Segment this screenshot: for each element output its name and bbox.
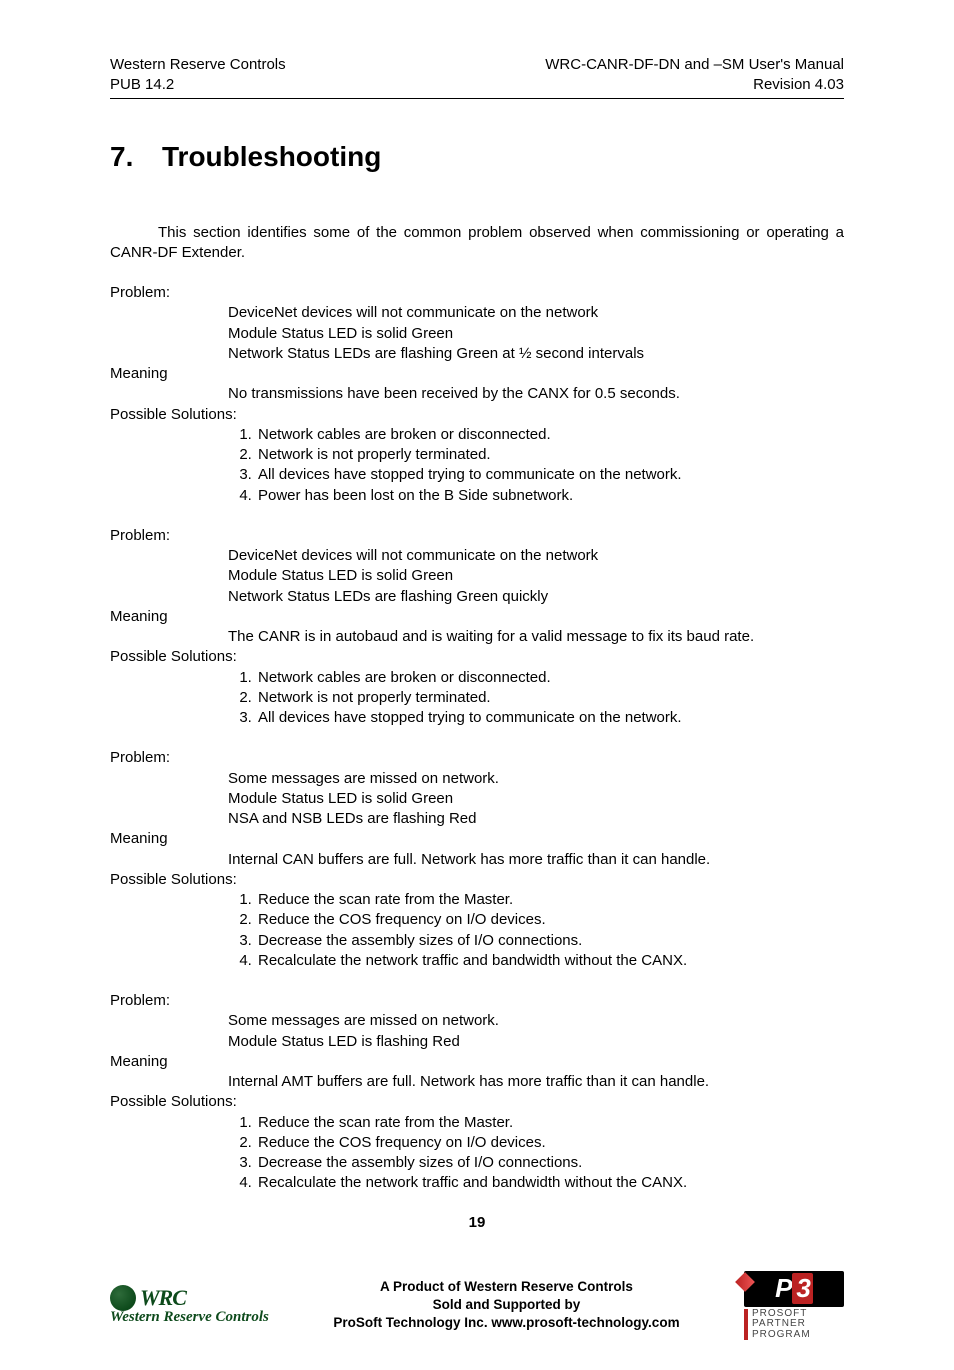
p3-line-2: PARTNER	[752, 1319, 844, 1330]
p3-line-1: PROSOFT	[752, 1309, 844, 1320]
section-title: Troubleshooting	[162, 141, 381, 172]
solutions-list: Reduce the scan rate from the Master.Red…	[228, 1113, 844, 1194]
meaning-text: Internal AMT buffers are full. Network h…	[228, 1072, 844, 1092]
solution-item: Recalculate the network traffic and band…	[256, 951, 844, 971]
page-number: 19	[110, 1214, 844, 1231]
section-heading: 7.Troubleshooting	[110, 141, 844, 173]
wrc-logo: WRC Western Reserve Controls	[110, 1285, 269, 1326]
meaning-text: Internal CAN buffers are full. Network h…	[228, 850, 844, 870]
solutions-label: Possible Solutions:	[110, 647, 844, 667]
symptom-line: Network Status LEDs are flashing Green a…	[228, 344, 844, 364]
solutions-label: Possible Solutions:	[110, 870, 844, 890]
solutions-list: Network cables are broken or disconnecte…	[228, 668, 844, 729]
solutions-list: Network cables are broken or disconnecte…	[228, 425, 844, 506]
solution-item: Reduce the scan rate from the Master.	[256, 890, 844, 910]
globe-icon	[110, 1285, 136, 1311]
problem-label: Problem:	[110, 991, 844, 1011]
solution-item: All devices have stopped trying to commu…	[256, 465, 844, 485]
solution-item: Network is not properly terminated.	[256, 688, 844, 708]
solution-item: Reduce the scan rate from the Master.	[256, 1113, 844, 1133]
footer-text: A Product of Western Reserve Controls So…	[333, 1278, 679, 1333]
page-header: Western Reserve Controls PUB 14.2 WRC-CA…	[110, 55, 844, 99]
solution-item: Network cables are broken or disconnecte…	[256, 668, 844, 688]
solutions-list: Reduce the scan rate from the Master.Red…	[228, 890, 844, 971]
header-revision: Revision 4.03	[545, 75, 844, 95]
solution-item: Power has been lost on the B Side subnet…	[256, 486, 844, 506]
troubleshooting-block: Problem:Some messages are missed on netw…	[110, 748, 844, 971]
symptom-line: Network Status LEDs are flashing Green q…	[228, 587, 844, 607]
header-pub: PUB 14.2	[110, 75, 286, 95]
symptom-line: DeviceNet devices will not communicate o…	[228, 303, 844, 323]
p3-line-3: PROGRAM	[752, 1330, 844, 1341]
meaning-label: Meaning	[110, 364, 844, 384]
p3-number: 3	[792, 1273, 812, 1304]
troubleshooting-block: Problem:Some messages are missed on netw…	[110, 991, 844, 1194]
meaning-text: No transmissions have been received by t…	[228, 384, 844, 404]
solution-item: All devices have stopped trying to commu…	[256, 708, 844, 728]
symptom-line: Module Status LED is flashing Red	[228, 1032, 844, 1052]
solution-item: Decrease the assembly sizes of I/O conne…	[256, 1153, 844, 1173]
meaning-label: Meaning	[110, 607, 844, 627]
solution-item: Network cables are broken or disconnecte…	[256, 425, 844, 445]
symptom-line: Some messages are missed on network.	[228, 1011, 844, 1031]
p3-letter: P	[775, 1273, 790, 1303]
wrc-logo-fullname: Western Reserve Controls	[110, 1309, 269, 1326]
solution-item: Decrease the assembly sizes of I/O conne…	[256, 931, 844, 951]
problem-label: Problem:	[110, 526, 844, 546]
meaning-text: The CANR is in autobaud and is waiting f…	[228, 627, 844, 647]
troubleshooting-block: Problem:DeviceNet devices will not commu…	[110, 526, 844, 729]
prosoft-partner-logo: P3 PROSOFT PARTNER PROGRAM	[744, 1271, 844, 1341]
meaning-label: Meaning	[110, 1052, 844, 1072]
symptom-line: Module Status LED is solid Green	[228, 566, 844, 586]
symptom-line: Module Status LED is solid Green	[228, 324, 844, 344]
footer-line-2: Sold and Supported by	[333, 1296, 679, 1314]
symptom-line: DeviceNet devices will not communicate o…	[228, 546, 844, 566]
solutions-label: Possible Solutions:	[110, 1092, 844, 1112]
solution-item: Recalculate the network traffic and band…	[256, 1173, 844, 1193]
footer-line-1: A Product of Western Reserve Controls	[333, 1278, 679, 1296]
diamond-icon	[735, 1272, 755, 1292]
page-footer: WRC Western Reserve Controls A Product o…	[0, 1261, 954, 1370]
section-number: 7.	[110, 141, 162, 173]
header-manual-title: WRC-CANR-DF-DN and –SM User's Manual	[545, 55, 844, 75]
problem-label: Problem:	[110, 283, 844, 303]
symptom-line: Module Status LED is solid Green	[228, 789, 844, 809]
solution-item: Network is not properly terminated.	[256, 445, 844, 465]
problem-label: Problem:	[110, 748, 844, 768]
header-company: Western Reserve Controls	[110, 55, 286, 75]
symptom-line: NSA and NSB LEDs are flashing Red	[228, 809, 844, 829]
meaning-label: Meaning	[110, 829, 844, 849]
solution-item: Reduce the COS frequency on I/O devices.	[256, 1133, 844, 1153]
wrc-logo-abbr: WRC	[140, 1285, 186, 1311]
solutions-label: Possible Solutions:	[110, 405, 844, 425]
solution-item: Reduce the COS frequency on I/O devices.	[256, 910, 844, 930]
troubleshooting-block: Problem:DeviceNet devices will not commu…	[110, 283, 844, 506]
intro-paragraph: This section identifies some of the comm…	[110, 223, 844, 264]
symptom-line: Some messages are missed on network.	[228, 769, 844, 789]
footer-line-3: ProSoft Technology Inc. www.prosoft-tech…	[333, 1314, 679, 1332]
